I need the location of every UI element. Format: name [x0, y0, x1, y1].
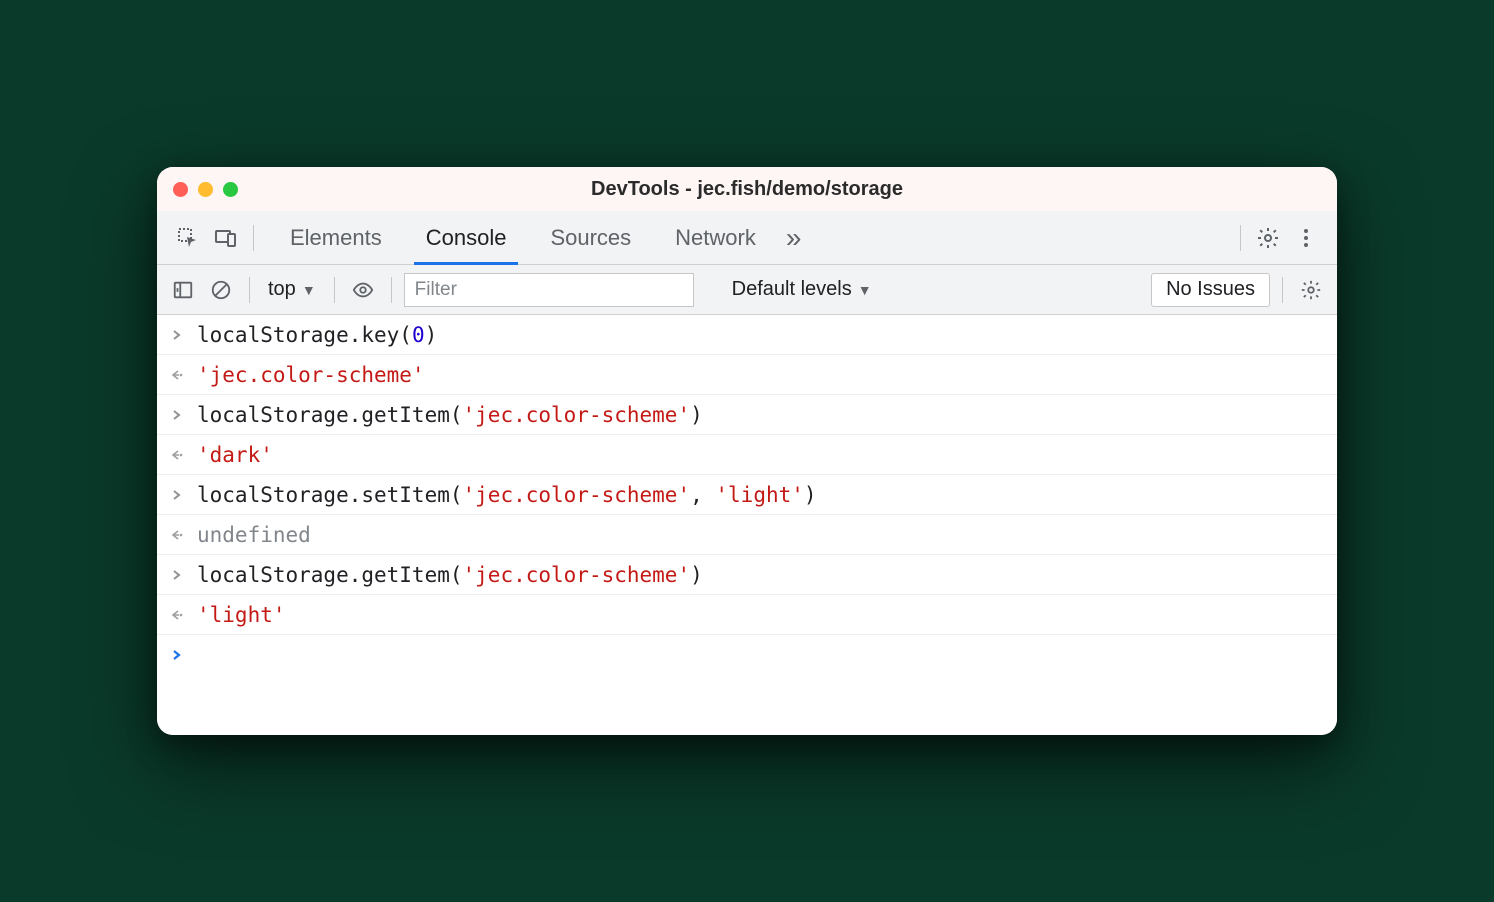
- filter-input[interactable]: [404, 273, 694, 307]
- kebab-menu-icon[interactable]: [1289, 221, 1323, 255]
- panel-tabbar: ElementsConsoleSourcesNetwork »: [157, 211, 1337, 265]
- console-text: localStorage.getItem('jec.color-scheme'): [197, 403, 703, 427]
- close-window-button[interactable]: [173, 182, 188, 197]
- console-text: localStorage.setItem('jec.color-scheme',…: [197, 483, 817, 507]
- console-output-row: 'light': [157, 595, 1337, 635]
- context-label: top: [268, 278, 296, 301]
- context-selector[interactable]: top ▼: [262, 278, 322, 301]
- divider: [249, 277, 250, 303]
- clear-console-icon[interactable]: [205, 274, 237, 306]
- divider: [391, 277, 392, 303]
- panel-tabs: ElementsConsoleSourcesNetwork: [272, 211, 774, 265]
- console-text: 'dark': [197, 443, 273, 467]
- titlebar: DevTools - jec.fish/demo/storage: [157, 167, 1337, 211]
- console-input-row: localStorage.getItem('jec.color-scheme'): [157, 555, 1337, 595]
- output-arrow-icon: [167, 449, 187, 461]
- devtools-window: DevTools - jec.fish/demo/storage Element…: [157, 167, 1337, 735]
- divider: [253, 225, 254, 251]
- divider: [1240, 225, 1241, 251]
- input-chevron-icon: [167, 409, 187, 421]
- inspect-element-icon[interactable]: [171, 221, 205, 255]
- settings-icon[interactable]: [1251, 221, 1285, 255]
- console-toolbar: top ▼ Default levels ▼ No Issues: [157, 265, 1337, 315]
- tab-network[interactable]: Network: [657, 211, 774, 265]
- console-text: 'light': [197, 603, 286, 627]
- console-input-row: localStorage.getItem('jec.color-scheme'): [157, 395, 1337, 435]
- output-arrow-icon: [167, 609, 187, 621]
- console-output-row: 'dark': [157, 435, 1337, 475]
- divider: [334, 277, 335, 303]
- console-text: localStorage.getItem('jec.color-scheme'): [197, 563, 703, 587]
- issues-button[interactable]: No Issues: [1151, 273, 1270, 307]
- console-text: undefined: [197, 523, 311, 547]
- chevron-down-icon: ▼: [302, 282, 316, 298]
- console-input-row: localStorage.setItem('jec.color-scheme',…: [157, 475, 1337, 515]
- console-output-row: undefined: [157, 515, 1337, 555]
- console-settings-icon[interactable]: [1295, 274, 1327, 306]
- traffic-lights: [173, 182, 238, 197]
- output-arrow-icon: [167, 529, 187, 541]
- divider: [1282, 277, 1283, 303]
- console-input-row: localStorage.key(0): [157, 315, 1337, 355]
- prompt-chevron-icon: [167, 649, 187, 661]
- tab-sources[interactable]: Sources: [532, 211, 649, 265]
- input-chevron-icon: [167, 329, 187, 341]
- window-title: DevTools - jec.fish/demo/storage: [157, 178, 1337, 201]
- tab-console[interactable]: Console: [408, 211, 525, 265]
- chevron-down-icon: ▼: [858, 282, 872, 298]
- console-text: 'jec.color-scheme': [197, 363, 425, 387]
- console-input[interactable]: [197, 643, 210, 667]
- output-arrow-icon: [167, 369, 187, 381]
- input-chevron-icon: [167, 489, 187, 501]
- console-text: localStorage.key(0): [197, 323, 437, 347]
- toggle-sidebar-icon[interactable]: [167, 274, 199, 306]
- device-toolbar-icon[interactable]: [209, 221, 243, 255]
- console-output: localStorage.key(0) 'jec.color-scheme' loc…: [157, 315, 1337, 735]
- console-output-row: 'jec.color-scheme': [157, 355, 1337, 395]
- maximize-window-button[interactable]: [223, 182, 238, 197]
- levels-label: Default levels: [732, 278, 852, 301]
- minimize-window-button[interactable]: [198, 182, 213, 197]
- log-levels-selector[interactable]: Default levels ▼: [724, 278, 880, 301]
- console-prompt-row[interactable]: [157, 635, 1337, 675]
- live-expression-icon[interactable]: [347, 274, 379, 306]
- tab-elements[interactable]: Elements: [272, 211, 400, 265]
- more-tabs-button[interactable]: »: [778, 222, 810, 254]
- input-chevron-icon: [167, 569, 187, 581]
